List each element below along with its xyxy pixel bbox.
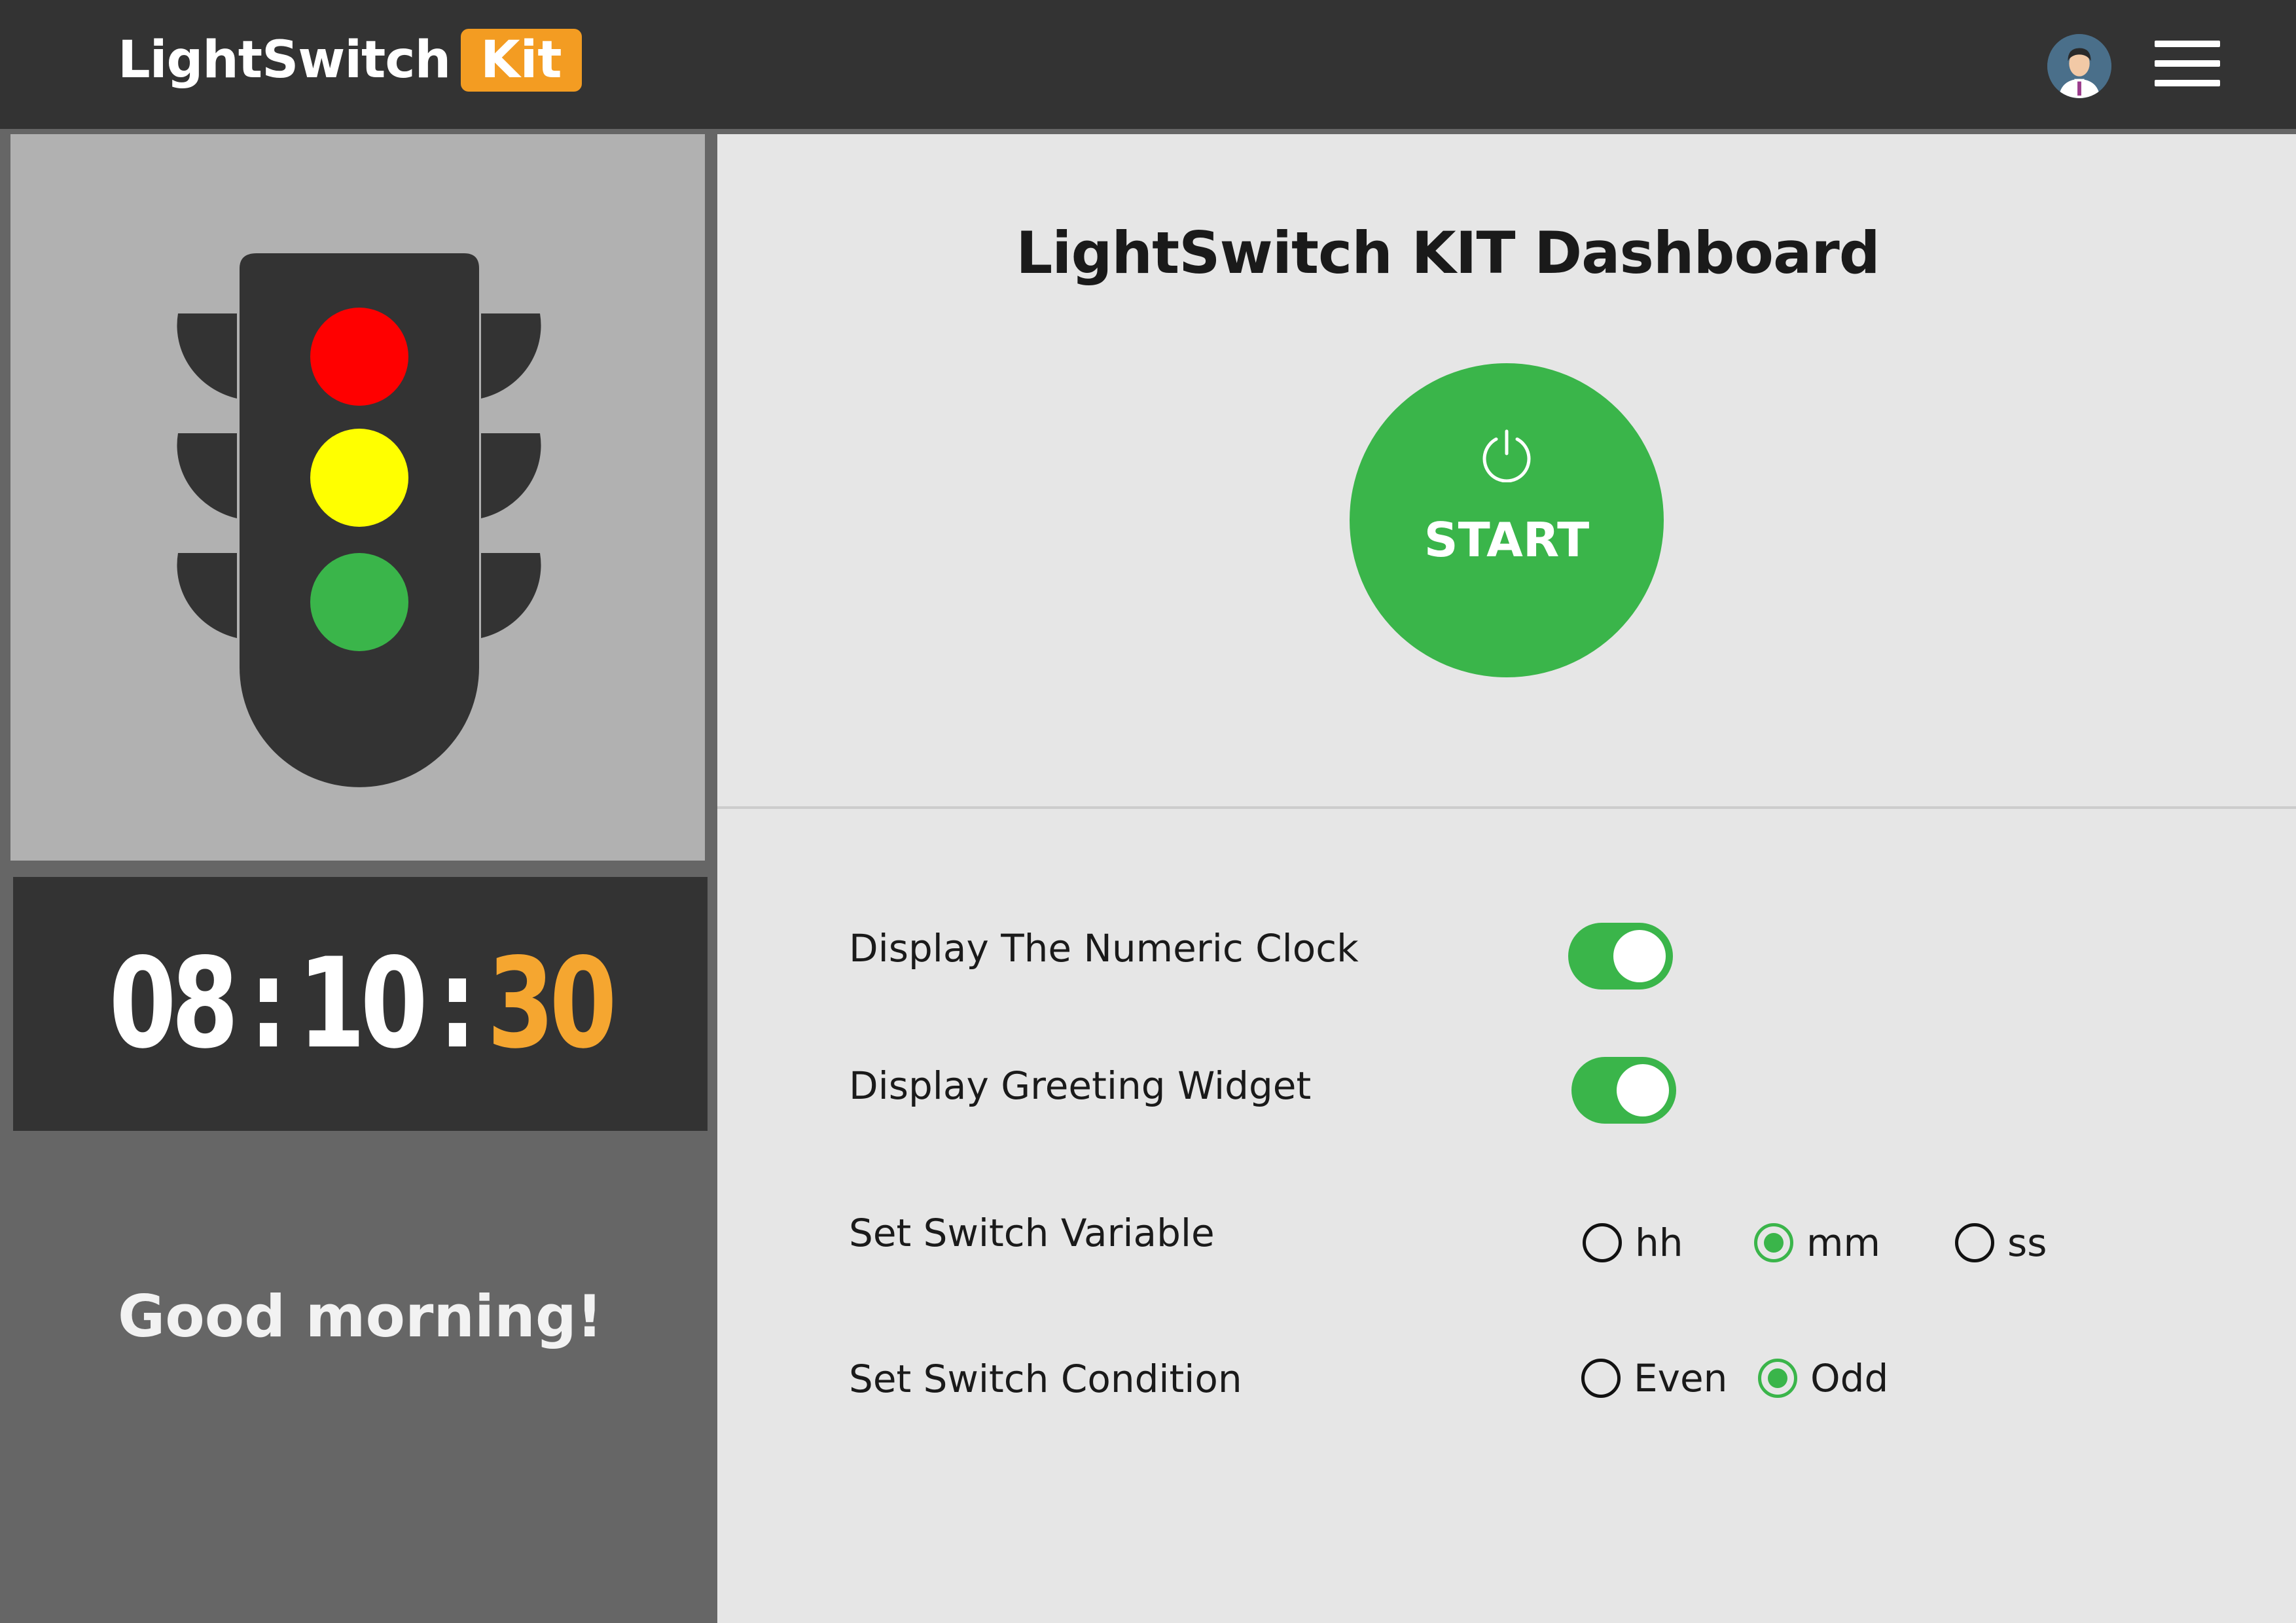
greeting-widget-label: Display Greeting Widget xyxy=(849,1063,1312,1108)
right-visor-top xyxy=(481,313,541,399)
clock-seconds: 30 xyxy=(487,931,617,1076)
top-bar: LightSwitch Kit xyxy=(0,0,2296,129)
app-logo[interactable]: LightSwitch Kit xyxy=(118,29,582,92)
radio-hh[interactable]: hh xyxy=(1583,1221,1683,1265)
start-label: START xyxy=(1424,512,1590,567)
toggle-knob xyxy=(1617,1064,1669,1116)
hamburger-menu-icon[interactable] xyxy=(2155,41,2220,86)
radio-label: hh xyxy=(1635,1221,1683,1265)
user-avatar-icon[interactable] xyxy=(2047,34,2111,98)
clock-separator: : xyxy=(249,931,287,1076)
left-visor-bottom xyxy=(177,553,237,638)
radio-odd[interactable]: Odd xyxy=(1758,1356,1888,1400)
logo-text: LightSwitch xyxy=(118,31,451,90)
traffic-light-panel xyxy=(10,134,705,861)
radio-circle xyxy=(1581,1359,1621,1398)
logo-badge: Kit xyxy=(461,29,582,92)
radio-ss[interactable]: ss xyxy=(1955,1221,2047,1265)
right-visor-bottom xyxy=(481,553,541,638)
radio-circle xyxy=(1754,1223,1793,1262)
switch-condition-label: Set Switch Condition xyxy=(849,1357,1242,1401)
numeric-clock: 08:10:30 xyxy=(109,942,617,1066)
red-light xyxy=(310,308,408,406)
left-visor-top xyxy=(177,313,237,399)
green-light xyxy=(310,553,408,651)
greeting-widget: Good morning! xyxy=(118,1283,603,1350)
menu-bar xyxy=(2155,80,2220,86)
radio-circle xyxy=(1955,1223,1994,1262)
section-divider xyxy=(717,806,2296,809)
greeting-widget-toggle[interactable] xyxy=(1571,1057,1676,1124)
radio-label: Even xyxy=(1634,1356,1728,1400)
menu-bar xyxy=(2155,41,2220,47)
radio-label: mm xyxy=(1806,1221,1880,1265)
start-button[interactable]: START xyxy=(1350,363,1664,677)
left-visor-middle xyxy=(177,433,237,518)
numeric-clock-label: Display The Numeric Clock xyxy=(849,926,1359,971)
toggle-knob xyxy=(1613,930,1666,982)
clock-hours: 08 xyxy=(109,931,238,1076)
dashboard-content: LightSwitch KIT Dashboard START Display … xyxy=(717,134,2296,1623)
menu-bar xyxy=(2155,60,2220,67)
radio-label: Odd xyxy=(1810,1356,1889,1400)
numeric-clock-panel: 08:10:30 xyxy=(13,877,708,1131)
page-title: LightSwitch KIT Dashboard xyxy=(1016,219,1880,287)
radio-circle xyxy=(1758,1359,1797,1398)
radio-circle xyxy=(1583,1223,1622,1262)
right-visor-middle xyxy=(481,433,541,518)
radio-even[interactable]: Even xyxy=(1581,1356,1727,1400)
traffic-light-icon xyxy=(177,253,541,787)
yellow-light xyxy=(310,429,408,527)
clock-minutes: 10 xyxy=(298,931,427,1076)
radio-label: ss xyxy=(2007,1221,2047,1265)
clock-separator: : xyxy=(438,931,476,1076)
radio-mm[interactable]: mm xyxy=(1754,1221,1880,1265)
power-icon xyxy=(1482,429,1531,482)
switch-variable-label: Set Switch Variable xyxy=(849,1211,1215,1255)
numeric-clock-toggle[interactable] xyxy=(1568,923,1673,990)
